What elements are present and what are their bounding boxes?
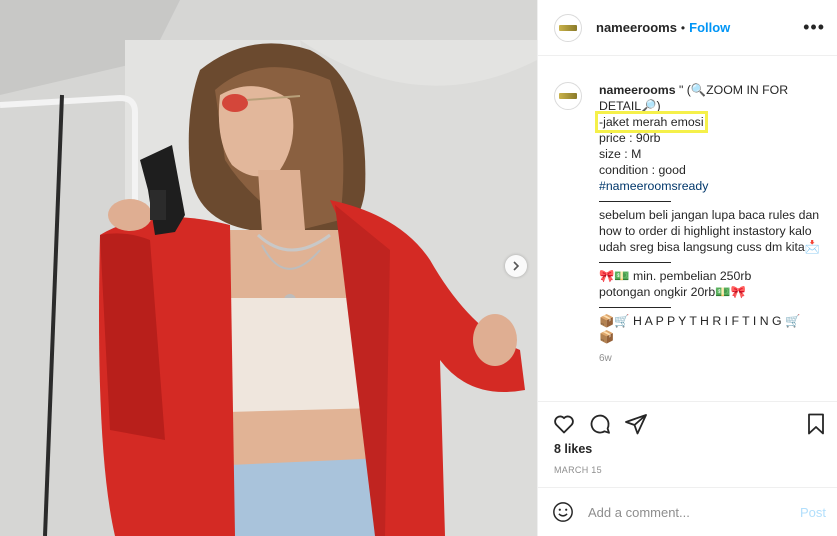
instagram-post: nameerooms • Follow ••• nameerooms " (🔍Z… xyxy=(0,0,837,536)
username-link[interactable]: nameerooms xyxy=(596,20,677,35)
follow-button[interactable]: Follow xyxy=(689,20,730,35)
comment-bar: Post xyxy=(538,487,837,536)
caption-rule-1: 🎀💵 min. pembelian 250rb xyxy=(599,269,752,283)
chevron-right-icon xyxy=(513,261,520,271)
divider xyxy=(599,307,671,308)
caption-rule-2: potongan ongkir 20rb💵🎀 xyxy=(599,285,746,299)
emoji-icon[interactable] xyxy=(552,501,574,523)
next-photo-button[interactable] xyxy=(505,255,527,277)
post-comment-button[interactable]: Post xyxy=(800,505,826,520)
caption-text: nameerooms " (🔍ZOOM IN FOR DETAIL🔎) -jak… xyxy=(595,82,826,367)
divider xyxy=(599,262,671,263)
caption-line-2: DETAIL🔎) xyxy=(599,99,661,113)
bookmark-icon[interactable] xyxy=(804,412,828,436)
more-icon[interactable]: ••• xyxy=(803,17,825,38)
post-age[interactable]: 6w xyxy=(599,351,826,367)
caption-size: size : M xyxy=(599,147,642,161)
hashtag-link[interactable]: #nameeroomsready xyxy=(599,178,826,194)
caption-condition: condition : good xyxy=(599,163,686,177)
divider xyxy=(599,201,671,202)
avatar[interactable] xyxy=(554,13,582,42)
action-bar xyxy=(538,401,837,445)
caption: nameerooms " (🔍ZOOM IN FOR DETAIL🔎) -jak… xyxy=(554,80,826,400)
caption-box-emoji: 📦 xyxy=(599,330,615,344)
caption-avatar[interactable] xyxy=(554,82,582,110)
comment-input[interactable] xyxy=(586,503,800,521)
caption-username[interactable]: nameerooms xyxy=(599,83,676,97)
caption-happy-thrifting: 📦🛒 H A P P Y T H R I F T I N G 🛒 xyxy=(599,314,801,328)
caption-paragraph: sebelum beli jangan lupa baca rules dan … xyxy=(599,208,821,254)
caption-highlighted-title: -jaket merah emosi xyxy=(595,111,708,133)
share-icon[interactable] xyxy=(624,412,648,436)
caption-line-1: " (🔍ZOOM IN FOR xyxy=(675,83,789,97)
heart-icon[interactable] xyxy=(552,412,576,436)
likes-count[interactable]: 8 likes xyxy=(554,442,592,456)
caption-price: price : 90rb xyxy=(599,131,661,145)
photo-illustration xyxy=(0,0,537,536)
post-date: MARCH 15 xyxy=(554,465,602,475)
post-side-panel: nameerooms • Follow ••• nameerooms " (🔍Z… xyxy=(537,0,837,536)
post-header: nameerooms • Follow ••• xyxy=(538,0,837,56)
post-photo[interactable] xyxy=(0,0,537,536)
comment-icon[interactable] xyxy=(588,412,612,436)
separator-dot: • xyxy=(680,20,686,35)
